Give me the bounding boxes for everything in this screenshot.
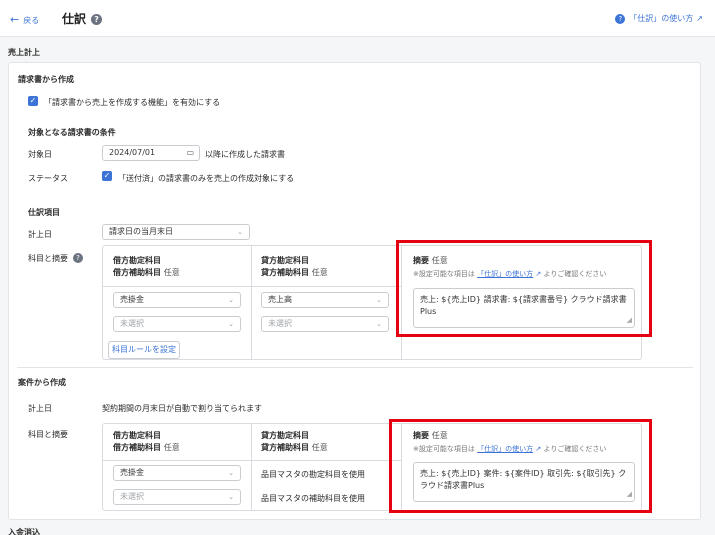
target-date-input[interactable]: 2024/07/01 ▭ xyxy=(102,145,200,161)
project-record-date-text: 契約期間の月末日が自動で割り当てられます xyxy=(102,404,262,413)
page-title: 仕訳? xyxy=(62,10,103,27)
status-check-label: 「送付済」の請求書のみを売上の作成対象にする xyxy=(118,174,295,183)
enable-label: 「請求書から売上を作成する機能」を有効にする xyxy=(44,98,221,107)
project-memo-highlight-box xyxy=(389,419,652,513)
chevron-down-icon: ⌄ xyxy=(228,493,234,501)
section-title: 売上計上 xyxy=(8,48,40,57)
memo-highlight-box xyxy=(396,240,652,337)
help-circle-icon[interactable]: ? xyxy=(73,253,83,263)
project-debit-sub-select[interactable]: 未選択 ⌄ xyxy=(113,489,241,505)
enable-checkbox[interactable]: ✓ xyxy=(28,96,38,106)
top-bar: ← 戻る 仕訳? ? 「仕訳」の使い方 ↗ xyxy=(0,0,715,37)
debit-sub-select[interactable]: 未選択 ⌄ xyxy=(113,316,241,332)
chevron-down-icon: ⌄ xyxy=(376,296,382,304)
back-label: 戻る xyxy=(23,16,40,25)
project-accounts-label: 科目と摘要 xyxy=(28,430,68,439)
project-heading: 案件から作成 xyxy=(18,378,66,387)
journal-heading: 仕訳項目 xyxy=(28,208,60,217)
project-credit-account-text: 品目マスタの勘定科目を使用 xyxy=(261,470,365,479)
target-date-suffix: 以降に作成した請求書 xyxy=(205,150,285,159)
project-credit-header: 貸方勘定科目 貸方補助科目 任意 xyxy=(261,431,328,452)
debit-account-select[interactable]: 売掛金 ⌄ xyxy=(113,292,241,308)
project-credit-sub-text: 品目マスタの補助科目を使用 xyxy=(261,494,365,503)
project-debit-account-select[interactable]: 売掛金 ⌄ xyxy=(113,465,241,481)
credit-sub-select[interactable]: 未選択 ⌄ xyxy=(261,316,389,332)
question-icon: ? xyxy=(615,14,626,24)
arrow-left-icon: ← xyxy=(10,13,20,26)
status-checkbox[interactable]: ✓ xyxy=(102,171,112,181)
external-link-icon: ↗ xyxy=(696,14,703,23)
chevron-down-icon: ⌄ xyxy=(228,296,234,304)
accounts-label: 科目と摘要? xyxy=(28,253,83,264)
account-rule-button[interactable]: 科目ルールを設定 xyxy=(108,341,180,359)
chevron-down-icon: ⌄ xyxy=(376,320,382,328)
record-date-select[interactable]: 請求日の当月末日 ⌄ xyxy=(102,224,250,240)
next-section-title: 入金消込 xyxy=(8,528,40,535)
chevron-down-icon: ⌄ xyxy=(228,320,234,328)
record-date-label: 計上日 xyxy=(28,230,52,239)
credit-header: 貸方勘定科目 貸方補助科目 任意 xyxy=(261,256,328,277)
invoice-heading: 請求書から作成 xyxy=(18,75,74,84)
calendar-icon[interactable]: ▭ xyxy=(186,146,194,160)
debit-header: 借方勘定科目 借方補助科目 任意 xyxy=(113,256,180,277)
target-date-label: 対象日 xyxy=(28,150,52,159)
help-link[interactable]: ? 「仕訳」の使い方 ↗ xyxy=(615,13,703,24)
project-debit-header: 借方勘定科目 借方補助科目 任意 xyxy=(113,431,180,452)
help-circle-icon[interactable]: ? xyxy=(91,14,103,25)
chevron-down-icon: ⌄ xyxy=(228,469,234,477)
status-label: ステータス xyxy=(28,174,68,183)
project-record-date-label: 計上日 xyxy=(28,404,52,413)
chevron-down-icon: ⌄ xyxy=(237,228,243,236)
credit-account-select[interactable]: 売上高 ⌄ xyxy=(261,292,389,308)
conditions-heading: 対象となる請求書の条件 xyxy=(28,128,116,137)
back-link[interactable]: ← 戻る xyxy=(10,13,39,26)
